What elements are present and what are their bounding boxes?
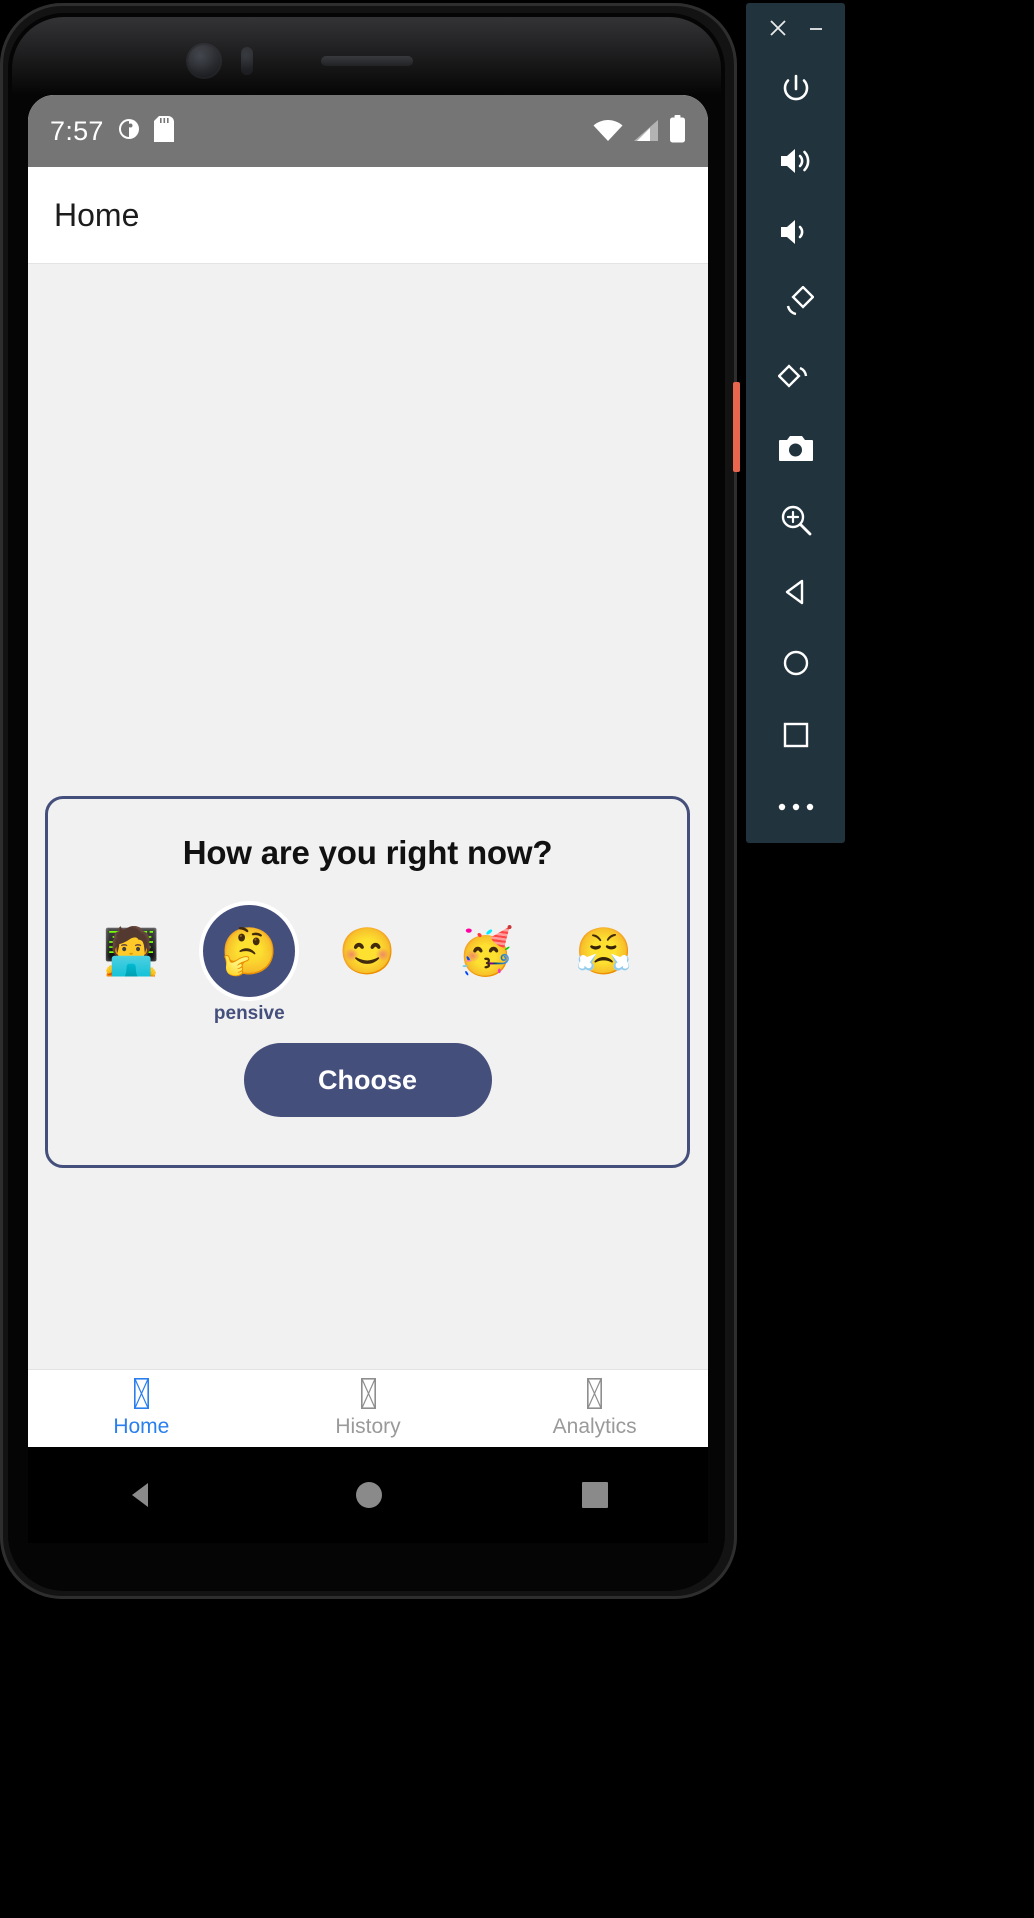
back-triangle-icon [780, 576, 812, 608]
mood-option-label: pensive [213, 1003, 285, 1024]
mood-option-pensive[interactable]: 🤔 pensive [197, 905, 301, 1025]
mood-option-angry[interactable]: 😤 [552, 905, 656, 1025]
status-bar: 7:57 [28, 95, 708, 167]
status-bar-left: 7:57 [50, 115, 174, 147]
device-screen: 7:57 Home [28, 95, 708, 1447]
system-navigation-bar [28, 1447, 708, 1543]
screenshot-root: 7:57 Home [0, 0, 1034, 1918]
nav-item-label: Home [113, 1415, 170, 1438]
overview-button[interactable] [746, 699, 845, 771]
wifi-icon [593, 119, 623, 148]
volume-down-icon [778, 216, 814, 248]
more-horizontal-icon [777, 801, 815, 813]
mood-question-label: How are you right now? [182, 834, 553, 871]
mood-option-happy[interactable]: 😊 [315, 905, 419, 1025]
nav-item-label: Analytics [552, 1415, 637, 1438]
proximity-sensor-icon [241, 47, 253, 75]
page-title: Home [54, 196, 140, 233]
pensive-emoji-icon: 🤔 [203, 905, 296, 997]
nav-item-label: History [335, 1415, 401, 1438]
nav-item-analytics[interactable]: Analytics [481, 1378, 708, 1439]
back-triangle-icon[interactable] [126, 1479, 158, 1511]
battery-icon [669, 114, 686, 148]
volume-up-button[interactable] [746, 125, 845, 197]
tofu-box-icon [587, 1378, 603, 1409]
nav-item-history[interactable]: History [255, 1378, 482, 1439]
recents-square-icon[interactable] [580, 1480, 610, 1510]
zoom-in-icon [779, 503, 813, 537]
home-circle-icon [780, 647, 812, 679]
mood-option-working[interactable]: 🧑‍💻 [79, 905, 183, 1025]
mood-option-partying[interactable]: 🥳 [434, 905, 538, 1025]
app-content: How are you right now? 🧑‍💻 🤔 pensive 😊 [28, 264, 708, 1369]
partying-emoji-icon: 🥳 [457, 925, 515, 977]
cellular-signal-icon [632, 119, 660, 148]
mood-picker-card: How are you right now? 🧑‍💻 🤔 pensive 😊 [45, 796, 690, 1168]
power-button[interactable] [746, 53, 845, 125]
alarm-icon [117, 117, 141, 146]
overview-square-icon [781, 720, 811, 750]
screenshot-button[interactable] [746, 412, 845, 484]
emulator-toolbar [746, 3, 845, 843]
home-circle-icon[interactable] [353, 1479, 385, 1511]
status-bar-right [593, 114, 686, 148]
power-icon [779, 72, 813, 106]
working-emoji-icon: 🧑‍💻 [102, 925, 160, 977]
back-button[interactable] [746, 556, 845, 628]
choose-button[interactable]: Choose [243, 1043, 492, 1117]
rotate-left-icon [778, 286, 814, 322]
emulator-window-controls [746, 3, 845, 53]
zoom-button[interactable] [746, 484, 845, 556]
tofu-box-icon [133, 1378, 149, 1409]
minimize-window-button[interactable] [805, 17, 827, 39]
mood-emoji-row: 🧑‍💻 🤔 pensive 😊 🥳 [48, 905, 687, 1025]
nav-item-home[interactable]: Home [28, 1378, 255, 1439]
front-camera-icon [188, 45, 220, 77]
more-button[interactable] [746, 771, 845, 843]
rotate-right-button[interactable] [746, 340, 845, 412]
rotate-left-button[interactable] [746, 268, 845, 340]
app-bar: Home [28, 167, 708, 264]
happy-emoji-icon: 😊 [338, 925, 397, 977]
sd-card-icon [153, 115, 174, 147]
home-button[interactable] [746, 628, 845, 700]
rotate-right-icon [777, 358, 814, 394]
close-window-button[interactable] [767, 17, 789, 39]
camera-icon [778, 433, 814, 463]
angry-emoji-icon: 😤 [575, 925, 633, 977]
volume-down-button[interactable] [746, 197, 845, 269]
tofu-box-icon [360, 1378, 376, 1409]
device-side-button[interactable] [733, 382, 740, 472]
earpiece-speaker [321, 56, 413, 66]
bottom-navigation-bar: Home History Analytics [28, 1369, 708, 1447]
volume-up-icon [778, 145, 814, 177]
status-bar-clock: 7:57 [50, 115, 104, 146]
